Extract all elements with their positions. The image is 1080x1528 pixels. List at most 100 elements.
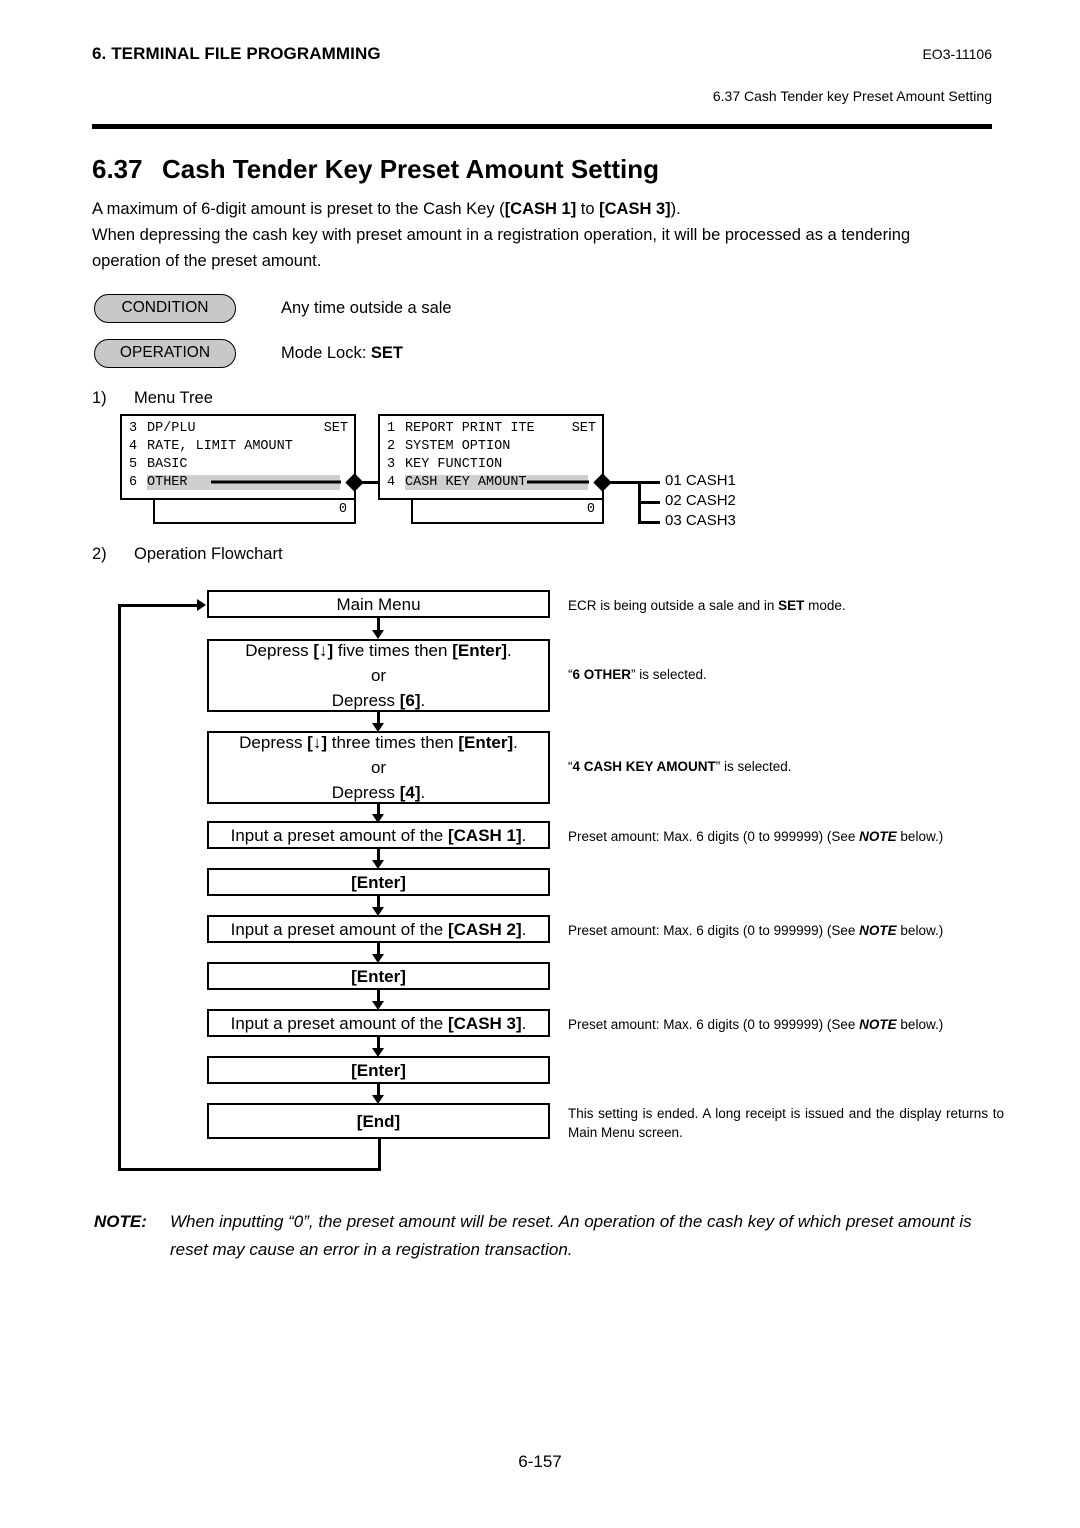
lcd1-row-0-label: DP/PLU bbox=[147, 420, 196, 436]
lcd2-row-1-label: SYSTEM OPTION bbox=[405, 438, 511, 454]
page-footer: 6-157 bbox=[518, 1452, 562, 1471]
lcd1-row-1-label: RATE, LIMIT AMOUNT bbox=[147, 438, 293, 454]
connector-line-1 bbox=[211, 480, 341, 484]
lcd2-row-2[interactable]: 3 KEY FUNCTION bbox=[380, 455, 602, 473]
lcd1-row-3-label: OTHER bbox=[147, 474, 188, 490]
intro-line-2: When depressing the cash key with preset… bbox=[92, 226, 911, 244]
branch-stub-2 bbox=[638, 501, 660, 504]
lcd2-row-3-selected[interactable]: 4 CASH KEY AMOUNT bbox=[380, 473, 602, 491]
flow-box-enter-1[interactable]: [Enter] bbox=[207, 868, 550, 896]
lcd1-row-3-selected[interactable]: 6 OTHER bbox=[122, 473, 354, 491]
page-header: 6. TERMINAL FILE PROGRAMMING EO3-11106 6… bbox=[92, 44, 992, 104]
flow-box-input-cash3[interactable]: Input a preset amount of the [CASH 3]. bbox=[207, 1009, 550, 1037]
lcd2-row-3-label: CASH KEY AMOUNT bbox=[405, 474, 527, 490]
flow-box-select-other[interactable]: Depress [↓] five times then [Enter]. or … bbox=[207, 639, 550, 712]
operation-row: OPERATION Mode Lock: SET bbox=[94, 337, 452, 369]
branch-label-cash3: 03 CASH3 bbox=[665, 512, 736, 529]
loop-top-horizontal bbox=[118, 604, 200, 607]
lcd2-row-0-right: SET bbox=[571, 420, 596, 436]
flow-box-select-other-line2: or bbox=[370, 666, 387, 685]
note-label: NOTE: bbox=[94, 1212, 147, 1231]
flow-box-input-cash1[interactable]: Input a preset amount of the [CASH 1]. bbox=[207, 821, 550, 849]
flow-box-main-menu[interactable]: Main Menu bbox=[207, 590, 550, 618]
note-ref-3: NOTE bbox=[859, 1017, 897, 1032]
lcd-panel-2-input[interactable]: 0 bbox=[411, 500, 604, 524]
intro-line-1-mid: to bbox=[576, 200, 600, 218]
note-body: When inputting “0”, the preset amount wi… bbox=[170, 1208, 994, 1264]
flow-box-cka-line3: Depress [4]. bbox=[331, 783, 426, 802]
cash-key-amount-emphasis: 4 CASH KEY AMOUNT bbox=[572, 759, 716, 774]
note-ref-2: NOTE bbox=[859, 923, 897, 938]
connector-line-2 bbox=[527, 480, 589, 484]
flow-box-input-cash2-label: Input a preset amount of the [CASH 2]. bbox=[230, 919, 527, 939]
lcd2-row-0[interactable]: 1 REPORT PRINT ITE SET bbox=[380, 419, 602, 437]
condition-row: CONDITION Any time outside a sale bbox=[94, 292, 452, 324]
lcd2-row-2-label: KEY FUNCTION bbox=[405, 456, 503, 472]
lcd2-row-0-label: REPORT PRINT ITE bbox=[405, 420, 535, 436]
flow-box-input-cash2[interactable]: Input a preset amount of the [CASH 2]. bbox=[207, 915, 550, 943]
flow-box-select-cash-key-amount[interactable]: Depress [↓] three times then [Enter]. or… bbox=[207, 731, 550, 804]
subsection-flowchart-heading: 2) Operation Flowchart bbox=[92, 545, 283, 564]
tree-connector-1-2 bbox=[356, 481, 378, 484]
flow-box-enter-2[interactable]: [Enter] bbox=[207, 962, 550, 990]
page-title: 6.37 Cash Tender Key Preset Amount Settin… bbox=[92, 154, 659, 185]
flow-note-cash-key-amount: “4 CASH KEY AMOUNT” is selected. bbox=[568, 759, 792, 774]
header-divider bbox=[92, 124, 992, 129]
lcd2-row-3-index: 4 bbox=[387, 474, 396, 490]
lcd1-row-2[interactable]: 5 BASIC bbox=[122, 455, 354, 473]
document-code: EO3-11106 bbox=[922, 46, 992, 62]
flow-box-end[interactable]: [End] bbox=[207, 1103, 550, 1139]
lcd-panel-1-input[interactable]: 0 bbox=[153, 500, 356, 524]
lcd1-row-0[interactable]: 3 DP/PLU SET bbox=[122, 419, 354, 437]
lcd1-row-0-right: SET bbox=[323, 420, 348, 436]
flow-note-select-other: “6 OTHER” is selected. bbox=[568, 667, 707, 682]
flow-box-end-label: [End] bbox=[356, 1111, 401, 1131]
loop-bottom-horizontal bbox=[118, 1168, 381, 1171]
loop-return-arrow bbox=[197, 599, 206, 611]
flow-note-main-menu: ECR is being outside a sale and in SET m… bbox=[568, 598, 846, 613]
cash3-key-ref: [CASH 3] bbox=[599, 200, 671, 218]
lcd2-row-1[interactable]: 2 SYSTEM OPTION bbox=[380, 437, 602, 455]
loop-left-vertical bbox=[118, 604, 121, 1171]
operation-text-pre: Mode Lock: bbox=[281, 343, 371, 362]
cash1-key-ref: [CASH 1] bbox=[504, 200, 577, 218]
intro-line-1-pre: A maximum of 6-digit amount is preset to… bbox=[92, 200, 505, 218]
branch-stub-1 bbox=[638, 481, 660, 484]
mode-lock-value: SET bbox=[370, 343, 403, 362]
flow-note-cash2: Preset amount: Max. 6 digits (0 to 99999… bbox=[568, 923, 944, 938]
lcd-panel-1: 3 DP/PLU SET 4 RATE, LIMIT AMOUNT 5 BASI… bbox=[120, 414, 356, 500]
condition-text: Any time outside a sale bbox=[281, 298, 452, 317]
flow-note-end: This setting is ended. A long receipt is… bbox=[568, 1106, 1004, 1140]
subsection-2-label: Operation Flowchart bbox=[134, 545, 283, 563]
subsection-1-index: 1) bbox=[92, 389, 107, 407]
tree-connector-2-branch bbox=[604, 481, 640, 484]
section-number: 6.37 bbox=[92, 154, 143, 184]
condition-badge: CONDITION bbox=[94, 293, 236, 323]
operation-badge: OPERATION bbox=[94, 338, 236, 368]
flow-box-cka-line2: or bbox=[370, 758, 387, 777]
lcd2-row-0-index: 1 bbox=[387, 420, 396, 436]
intro-paragraph: A maximum of 6-digit amount is preset to… bbox=[92, 196, 1012, 274]
lcd1-row-3-index: 6 bbox=[129, 474, 138, 490]
flow-box-cka-line1: Depress [↓] three times then [Enter]. bbox=[239, 733, 518, 752]
operation-text: Mode Lock: SET bbox=[281, 344, 403, 363]
subsection-menu-tree-heading: 1) Menu Tree bbox=[92, 389, 213, 408]
lcd1-row-0-index: 3 bbox=[129, 420, 138, 436]
note-block: NOTE: When inputting “0”, the preset amo… bbox=[94, 1208, 994, 1264]
flow-note-cash1: Preset amount: Max. 6 digits (0 to 99999… bbox=[568, 829, 944, 844]
section-title-text: Cash Tender Key Preset Amount Setting bbox=[162, 154, 659, 184]
condition-operation-block: CONDITION Any time outside a sale OPERAT… bbox=[94, 292, 452, 382]
branch-label-cash1: 01 CASH1 bbox=[665, 472, 736, 489]
flow-box-input-cash3-label: Input a preset amount of the [CASH 3]. bbox=[230, 1013, 527, 1033]
lcd1-row-1[interactable]: 4 RATE, LIMIT AMOUNT bbox=[122, 437, 354, 455]
lcd2-row-1-index: 2 bbox=[387, 438, 396, 454]
set-mode-emphasis: SET bbox=[778, 598, 805, 613]
lcd1-row-1-index: 4 bbox=[129, 438, 138, 454]
flow-box-enter-3[interactable]: [Enter] bbox=[207, 1056, 550, 1084]
intro-line-3: operation of the preset amount. bbox=[92, 252, 322, 270]
chapter-title: 6. TERMINAL FILE PROGRAMMING bbox=[92, 44, 381, 63]
branch-label-cash2: 02 CASH2 bbox=[665, 492, 736, 509]
note-line-1: When inputting “0”, the preset amount wi… bbox=[170, 1212, 894, 1231]
flow-box-input-cash1-label: Input a preset amount of the [CASH 1]. bbox=[230, 825, 527, 845]
loop-end-drop bbox=[378, 1138, 381, 1171]
